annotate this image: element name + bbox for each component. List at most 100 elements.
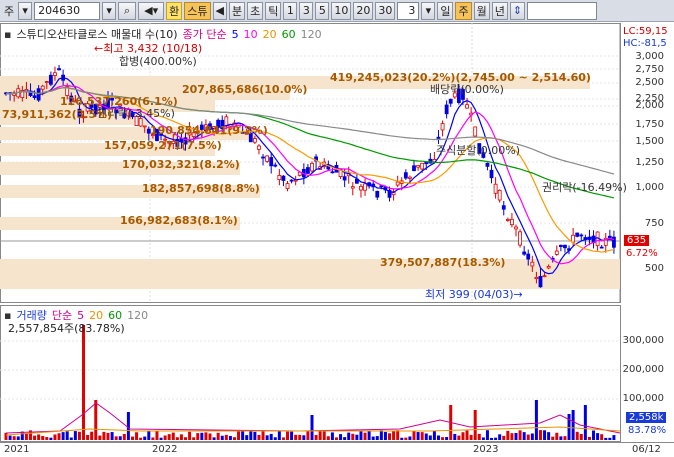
tick-button[interactable]: 틱: [265, 1, 282, 20]
candle-body-149: [612, 236, 616, 248]
search-button[interactable]: ⌕: [118, 1, 137, 20]
price-chart-panel[interactable]: ▪ 스튜디오산타클로스 매물대 수(10) 종가 단순 5 10 20 60 1…: [0, 23, 674, 303]
volume-bar-22: [94, 400, 98, 440]
ma-10-label: 10: [243, 27, 258, 41]
second-button[interactable]: 초: [247, 1, 264, 20]
volume-bar-75: [310, 415, 314, 440]
hc-label: HC:-81,5: [623, 38, 667, 49]
band-label-4: 73,911,362(3.5%): [2, 108, 113, 121]
volume-bar-80: [330, 432, 334, 440]
volume-bar-142: [583, 405, 587, 440]
period-5-button[interactable]: 5: [315, 1, 330, 20]
volume-bar-35: [147, 431, 151, 440]
y-tick-1750: 1,750: [635, 119, 664, 130]
week-button[interactable]: 주: [455, 1, 472, 20]
volume-bar-91: [375, 436, 379, 440]
volume-bar-54: [224, 434, 228, 440]
volume-bar-134: [551, 436, 555, 440]
volume-bar-113: [465, 430, 469, 440]
volume-bar-12: [53, 434, 57, 440]
volume-bar-131: [538, 430, 542, 440]
volume-bar-53: [220, 435, 224, 440]
stock-chart-window: 주 ▾ 204630 ▾ ⌕ ◀▾ 환 스튜 ◀ 분 초 틱 1 3 5 10 …: [0, 0, 674, 457]
candle-body-63: [261, 156, 265, 159]
volume-bar-65: [269, 433, 273, 440]
volume-bar-16: [69, 437, 73, 440]
extra-input[interactable]: [527, 1, 598, 20]
candle-body-68: [281, 175, 286, 181]
candle-body-91: [375, 190, 380, 198]
stock-code-input[interactable]: 204630: [34, 1, 101, 20]
count-dropdown-button[interactable]: ▾: [421, 1, 436, 20]
volume-bar-103: [424, 433, 428, 440]
volume-bar-130: [534, 400, 538, 440]
period-30-button[interactable]: 30: [375, 1, 396, 20]
volume-bar-119: [490, 437, 494, 440]
candle-body-67: [277, 175, 282, 181]
volume-bar-61: [253, 431, 257, 440]
volume-bar-133: [547, 432, 551, 440]
candle-body-140: [575, 232, 580, 237]
year-button[interactable]: 년: [491, 1, 508, 20]
period-3-button[interactable]: 3: [299, 1, 314, 20]
band-label-7: 170,032,321(8.2%): [122, 158, 240, 171]
volume-bar-95: [392, 430, 396, 440]
seucheu-button[interactable]: 스튜: [184, 1, 211, 20]
volume-pct-label: 83.78%: [628, 425, 667, 436]
candle-body-103: [424, 161, 429, 165]
candle-body-88: [363, 183, 367, 191]
market-dropdown-button[interactable]: ▾: [18, 1, 33, 20]
volume-bar-112: [461, 432, 465, 440]
volume-bar-9: [41, 435, 45, 440]
hwan-button[interactable]: 환: [166, 1, 183, 20]
candle-body-11: [48, 74, 53, 85]
period-1-button[interactable]: 1: [283, 1, 298, 20]
volume-bar-102: [420, 432, 424, 440]
volume-bar-42: [175, 437, 179, 440]
candle-body-148: [607, 235, 612, 239]
lc-label: LC:59,15: [623, 26, 668, 37]
price-chart-svg: [0, 23, 621, 303]
code-dropdown-button[interactable]: ▾: [102, 1, 117, 20]
month-button[interactable]: 월: [473, 1, 490, 20]
volume-bar-48: [200, 432, 204, 440]
period-10-button[interactable]: 10: [331, 1, 352, 20]
volume-bar-89: [367, 430, 371, 440]
volume-bar-123: [506, 430, 510, 440]
updown-button[interactable]: ⇕: [509, 1, 526, 20]
minute-button[interactable]: 분: [228, 1, 246, 20]
period-count-input[interactable]: 3: [397, 1, 420, 20]
volume-bar-67: [277, 430, 281, 440]
volume-bar-114: [469, 434, 473, 440]
volume-bar-38: [159, 437, 163, 440]
ma-5-label: 5: [231, 27, 239, 41]
volume-bar-132: [543, 430, 547, 440]
candle-body-87: [359, 185, 363, 191]
volume-bar-7: [33, 435, 37, 440]
current-price-badge: 635: [624, 235, 650, 246]
volume-bar-32: [135, 432, 139, 440]
volume-bar-140: [575, 431, 579, 440]
sound-button[interactable]: ◀▾: [138, 1, 165, 20]
band-label-5: 190,854,841(9.2%): [150, 124, 268, 137]
candle-body-66: [273, 164, 278, 167]
prev-button[interactable]: ◀: [212, 1, 227, 20]
volume-bar-52: [216, 432, 220, 440]
volume-bar-13: [57, 433, 61, 440]
updown-arrows-icon: ⇕: [512, 4, 523, 17]
candle-body-108: [444, 104, 449, 115]
volume-bar-50: [208, 433, 212, 440]
volume-bar-101: [416, 432, 420, 440]
volume-bar-129: [530, 433, 534, 440]
volume-bar-83: [343, 437, 347, 440]
volume-bar-41: [171, 432, 175, 440]
candle-body-85: [350, 186, 355, 189]
volume-bar-121: [498, 434, 502, 440]
volume-bar-145: [596, 433, 600, 440]
period-20-button[interactable]: 20: [353, 1, 374, 20]
day-button[interactable]: 일: [437, 1, 454, 20]
volume-bar-3: [16, 436, 20, 440]
candle-body-120: [493, 183, 498, 194]
candle-body-10: [44, 81, 49, 84]
volume-chart-panel[interactable]: ▪ 거래량 단순 5 20 60 120 2,557,854주(83.78%) …: [0, 305, 674, 442]
